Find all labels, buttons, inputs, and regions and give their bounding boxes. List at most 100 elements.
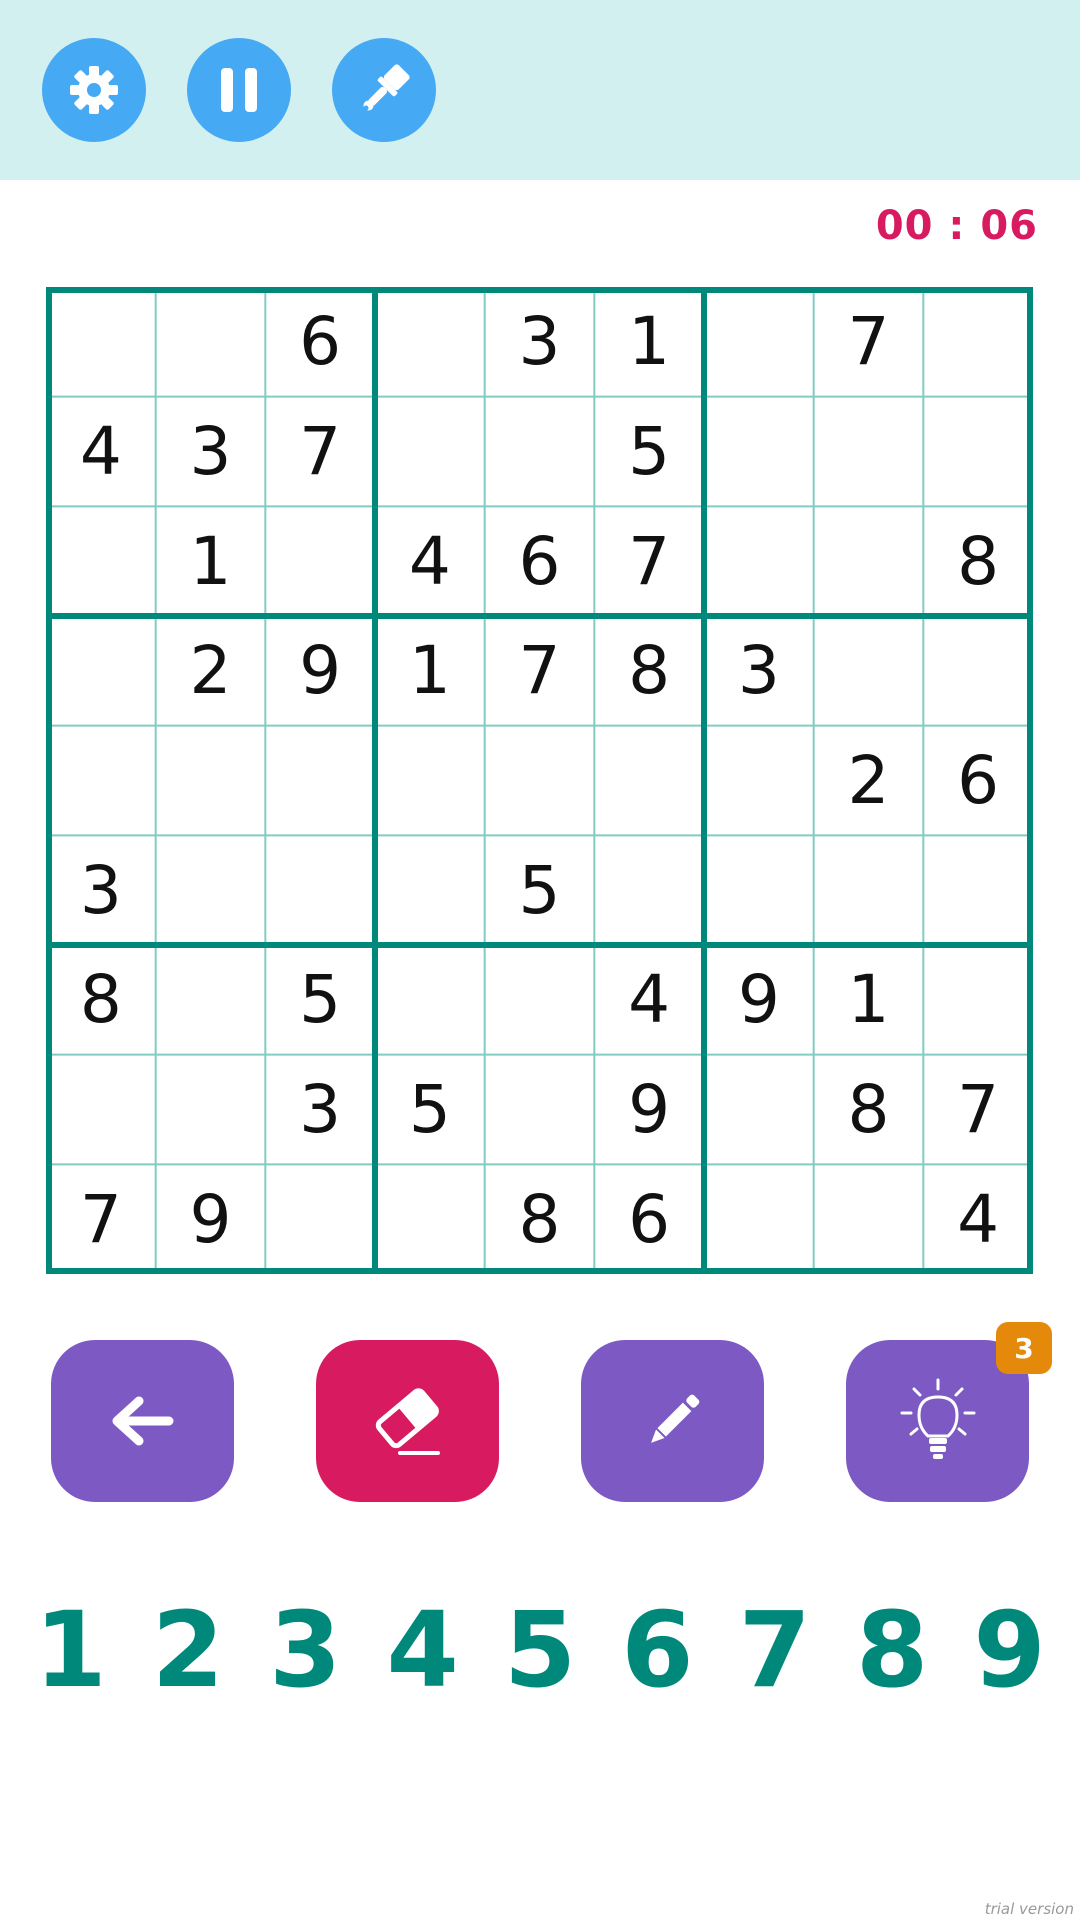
- board-cell-r1-c2[interactable]: [156, 287, 266, 397]
- board-cell-r7-c2[interactable]: [156, 945, 266, 1055]
- board-cell-r2-c1[interactable]: 4: [46, 397, 156, 507]
- board-cell-r9-c8[interactable]: [814, 1164, 924, 1274]
- board-cell-r7-c8[interactable]: 1: [814, 945, 924, 1055]
- board-cell-r3-c9[interactable]: 8: [923, 506, 1033, 616]
- settings-button[interactable]: [42, 38, 146, 142]
- board-cell-r4-c5[interactable]: 7: [485, 616, 595, 726]
- board-cell-r5-c8[interactable]: 2: [814, 726, 924, 836]
- board-cell-r5-c1[interactable]: [46, 726, 156, 836]
- board-cell-r6-c3[interactable]: [265, 835, 375, 945]
- theme-button[interactable]: [332, 38, 436, 142]
- board-cell-r9-c1[interactable]: 7: [46, 1164, 156, 1274]
- board-cell-r6-c9[interactable]: [923, 835, 1033, 945]
- board-cell-r4-c3[interactable]: 9: [265, 616, 375, 726]
- board-cell-r9-c7[interactable]: [704, 1164, 814, 1274]
- board-cell-r8-c4[interactable]: 5: [375, 1055, 485, 1165]
- board-cell-r1-c3[interactable]: 6: [265, 287, 375, 397]
- board-cell-r1-c6[interactable]: 1: [594, 287, 704, 397]
- board-cell-r7-c9[interactable]: [923, 945, 1033, 1055]
- board-cell-r2-c5[interactable]: [485, 397, 595, 507]
- board-cell-r7-c4[interactable]: [375, 945, 485, 1055]
- notes-button[interactable]: [581, 1340, 764, 1502]
- board-cell-r5-c9[interactable]: 6: [923, 726, 1033, 836]
- board-cell-r8-c5[interactable]: [485, 1055, 595, 1165]
- board-cell-r7-c1[interactable]: 8: [46, 945, 156, 1055]
- number-button-9[interactable]: 9: [951, 1590, 1068, 1710]
- board-cell-r3-c8[interactable]: [814, 506, 924, 616]
- board-cell-r3-c7[interactable]: [704, 506, 814, 616]
- board-cell-r2-c2[interactable]: 3: [156, 397, 266, 507]
- pause-icon: [221, 68, 257, 112]
- board-cell-r1-c9[interactable]: [923, 287, 1033, 397]
- board-cell-r7-c3[interactable]: 5: [265, 945, 375, 1055]
- trial-watermark: trial version: [984, 1900, 1074, 1918]
- board-cell-r6-c5[interactable]: 5: [485, 835, 595, 945]
- board-cell-r3-c5[interactable]: 6: [485, 506, 595, 616]
- board-cell-r3-c4[interactable]: 4: [375, 506, 485, 616]
- board-cell-r6-c4[interactable]: [375, 835, 485, 945]
- board-cell-r4-c8[interactable]: [814, 616, 924, 726]
- board-cell-r5-c2[interactable]: [156, 726, 266, 836]
- arrow-left-icon: [112, 1396, 173, 1446]
- number-button-6[interactable]: 6: [599, 1590, 716, 1710]
- board-cell-r8-c9[interactable]: 7: [923, 1055, 1033, 1165]
- board-cell-r8-c7[interactable]: [704, 1055, 814, 1165]
- sudoku-board: 6 3 1 7 4 3 7 5 1 4 6 7 8 2 9 1 7 8 3 2 …: [46, 287, 1033, 1274]
- number-button-1[interactable]: 1: [12, 1590, 129, 1710]
- board-cell-r2-c6[interactable]: 5: [594, 397, 704, 507]
- pause-button[interactable]: [187, 38, 291, 142]
- board-cell-r8-c8[interactable]: 8: [814, 1055, 924, 1165]
- board-cell-r5-c3[interactable]: [265, 726, 375, 836]
- board-cell-r4-c9[interactable]: [923, 616, 1033, 726]
- board-cell-r1-c7[interactable]: [704, 287, 814, 397]
- board-cell-r6-c2[interactable]: [156, 835, 266, 945]
- number-button-8[interactable]: 8: [834, 1590, 951, 1710]
- board-cell-r6-c8[interactable]: [814, 835, 924, 945]
- board-cell-r9-c6[interactable]: 6: [594, 1164, 704, 1274]
- board-cell-r5-c7[interactable]: [704, 726, 814, 836]
- board-cell-r2-c3[interactable]: 7: [265, 397, 375, 507]
- board-cell-r9-c2[interactable]: 9: [156, 1164, 266, 1274]
- undo-button[interactable]: [51, 1340, 234, 1502]
- board-cell-r3-c3[interactable]: [265, 506, 375, 616]
- board-cell-r4-c2[interactable]: 2: [156, 616, 266, 726]
- board-cell-r7-c5[interactable]: [485, 945, 595, 1055]
- board-cell-r9-c3[interactable]: [265, 1164, 375, 1274]
- board-cell-r7-c6[interactable]: 4: [594, 945, 704, 1055]
- number-button-5[interactable]: 5: [482, 1590, 599, 1710]
- board-cell-r5-c6[interactable]: [594, 726, 704, 836]
- board-cell-r1-c4[interactable]: [375, 287, 485, 397]
- board-cell-r6-c1[interactable]: 3: [46, 835, 156, 945]
- board-cell-r2-c7[interactable]: [704, 397, 814, 507]
- board-cell-r2-c9[interactable]: [923, 397, 1033, 507]
- board-cell-r1-c1[interactable]: [46, 287, 156, 397]
- number-button-2[interactable]: 2: [129, 1590, 246, 1710]
- board-cell-r8-c6[interactable]: 9: [594, 1055, 704, 1165]
- board-cell-r8-c3[interactable]: 3: [265, 1055, 375, 1165]
- number-button-7[interactable]: 7: [716, 1590, 833, 1710]
- board-cell-r4-c6[interactable]: 8: [594, 616, 704, 726]
- board-cell-r3-c2[interactable]: 1: [156, 506, 266, 616]
- board-cell-r8-c2[interactable]: [156, 1055, 266, 1165]
- board-cell-r2-c4[interactable]: [375, 397, 485, 507]
- board-cell-r6-c7[interactable]: [704, 835, 814, 945]
- board-cell-r4-c4[interactable]: 1: [375, 616, 485, 726]
- number-button-3[interactable]: 3: [247, 1590, 364, 1710]
- board-cell-r3-c1[interactable]: [46, 506, 156, 616]
- board-cell-r7-c7[interactable]: 9: [704, 945, 814, 1055]
- board-cell-r5-c5[interactable]: [485, 726, 595, 836]
- board-cell-r6-c6[interactable]: [594, 835, 704, 945]
- board-cell-r9-c9[interactable]: 4: [923, 1164, 1033, 1274]
- board-cell-r1-c8[interactable]: 7: [814, 287, 924, 397]
- board-cell-r1-c5[interactable]: 3: [485, 287, 595, 397]
- board-cell-r2-c8[interactable]: [814, 397, 924, 507]
- board-cell-r9-c5[interactable]: 8: [485, 1164, 595, 1274]
- board-cell-r5-c4[interactable]: [375, 726, 485, 836]
- board-cell-r3-c6[interactable]: 7: [594, 506, 704, 616]
- number-button-4[interactable]: 4: [364, 1590, 481, 1710]
- board-cell-r4-c7[interactable]: 3: [704, 616, 814, 726]
- board-cell-r4-c1[interactable]: [46, 616, 156, 726]
- erase-button[interactable]: [316, 1340, 499, 1502]
- board-cell-r9-c4[interactable]: [375, 1164, 485, 1274]
- board-cell-r8-c1[interactable]: [46, 1055, 156, 1165]
